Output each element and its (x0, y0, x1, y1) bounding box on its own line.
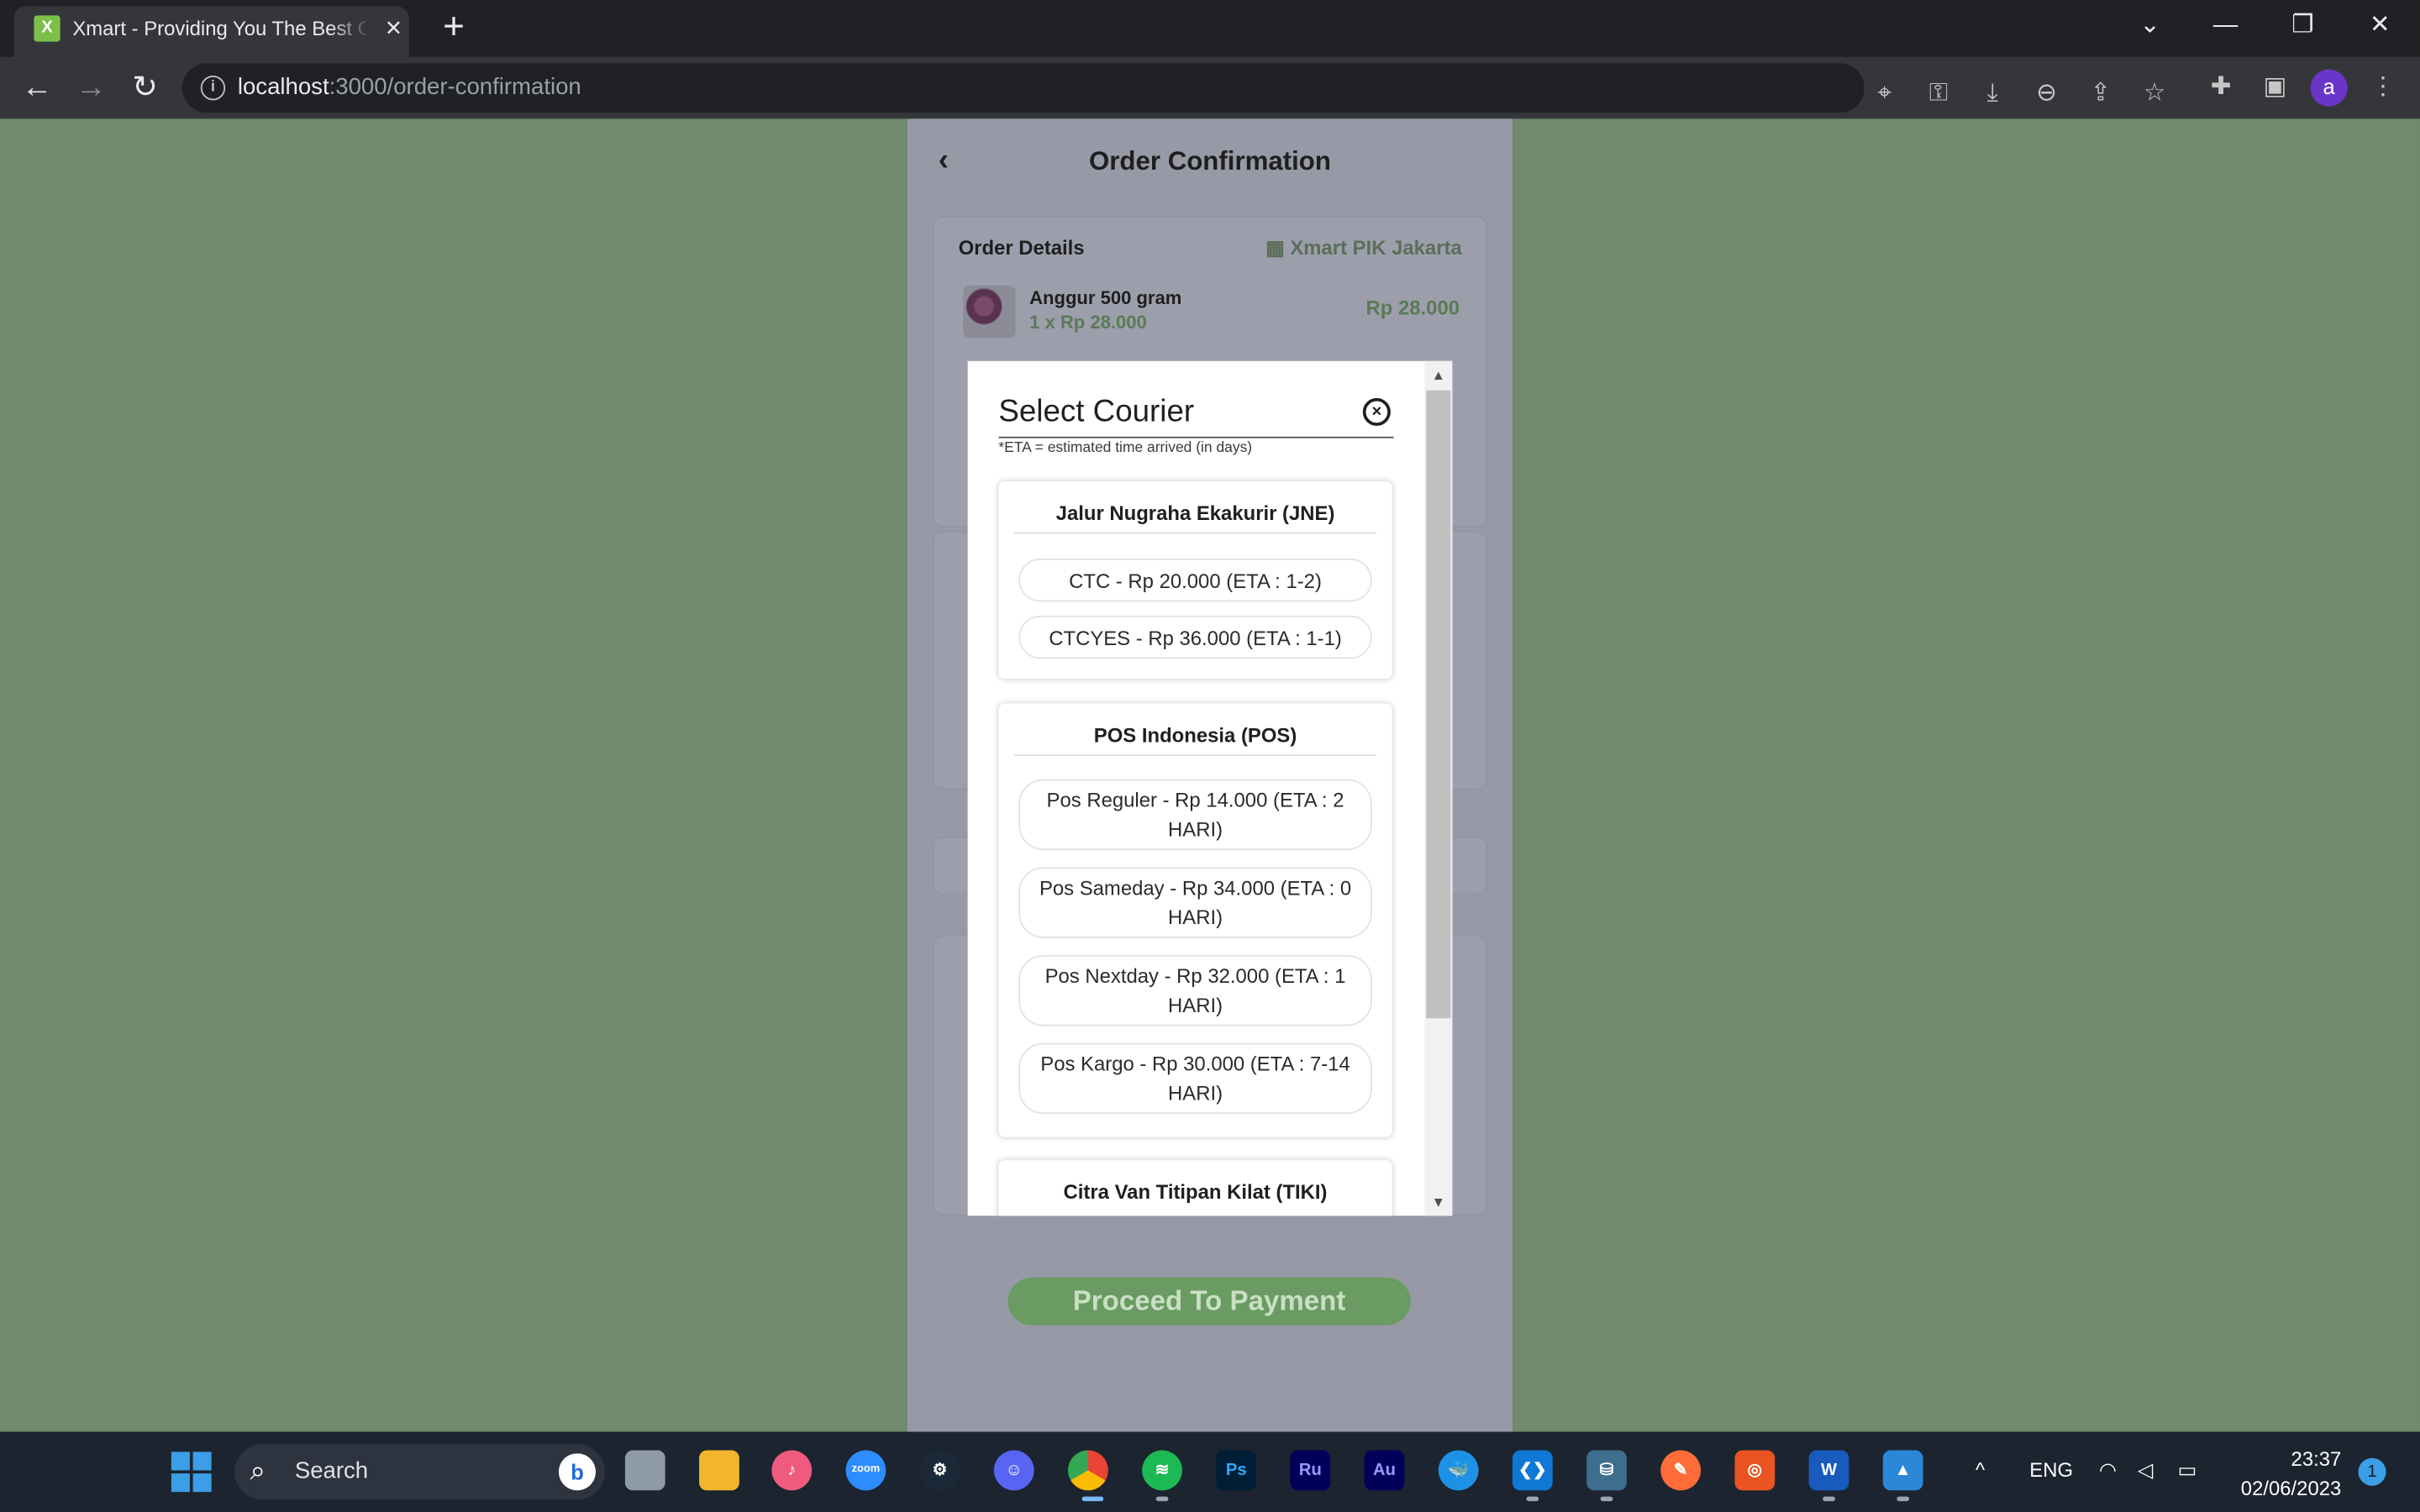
browser-tab-bar: X Xmart - Providing You The Best G × + ⌄… (0, 0, 2420, 57)
discord-icon[interactable]: ☺ (993, 1450, 1034, 1491)
share-icon[interactable]: ⇪ (2084, 77, 2118, 111)
spotify-running-indicator (1155, 1496, 1169, 1502)
courier-group-title: Jalur Nugraha Ekakurir (JNE) (1055, 501, 1335, 525)
notification-badge[interactable]: 1 (2358, 1457, 2386, 1486)
eta-note: *ETA = estimated time arrived (in days) (998, 439, 1253, 457)
scroll-up-arrow-icon[interactable]: ▲ (1424, 363, 1452, 387)
select-courier-modal: Select Courier × *ETA = estimated time a… (967, 360, 1453, 1216)
page-title: Order Confirmation (1088, 146, 1331, 176)
courier-option[interactable]: Pos Sameday - Rp 34.000 (ETA : 0 HARI) (1018, 867, 1372, 938)
steam-icon[interactable]: ⚙ (919, 1450, 960, 1491)
zoom-icon[interactable]: ⊖ (2029, 77, 2063, 111)
grape-product-image (963, 285, 1016, 339)
proceed-to-payment-button[interactable]: Proceed To Payment (1007, 1277, 1411, 1326)
vscode-icon[interactable]: ❮❯ (1512, 1450, 1553, 1491)
task-view-icon[interactable] (624, 1450, 666, 1491)
zoom-app-icon[interactable]: zoom (845, 1450, 886, 1491)
courier-option[interactable]: Pos Kargo - Rp 30.000 (ETA : 7-14 HARI) (1018, 1042, 1372, 1115)
modal-title: Select Courier (998, 395, 1195, 429)
close-window-button[interactable]: ✕ (2349, 3, 2411, 50)
profile-avatar[interactable]: a (2310, 69, 2348, 107)
group-divider (1013, 754, 1377, 756)
xmart-favicon-icon: X (34, 15, 60, 42)
install-app-icon[interactable]: ⤓ (1975, 77, 2009, 111)
mysql-workbench-icon[interactable]: ⛁ (1586, 1450, 1627, 1491)
battery-icon[interactable]: ▭ (2178, 1458, 2197, 1483)
chrome-icon[interactable] (1068, 1450, 1108, 1491)
store-name-text: Xmart PIK Jakarta (1290, 236, 1462, 260)
tab-title-fade (329, 6, 372, 53)
scroll-down-arrow-icon[interactable]: ▼ (1424, 1189, 1452, 1214)
forward-arrow-icon[interactable]: → (70, 66, 113, 109)
bookmark-star-icon[interactable]: ☆ (2138, 77, 2171, 111)
word-icon[interactable]: W (1808, 1450, 1849, 1491)
courier-group-tiki: Citra Van Titipan Kilat (TIKI) (998, 1160, 1392, 1216)
wifi-icon[interactable]: ◠ (2099, 1458, 2117, 1483)
taskbar-search[interactable]: ⌕ Search b (234, 1444, 605, 1500)
browser-toolbar: ← → ↻ i localhost:3000/order-confirmatio… (0, 56, 2420, 119)
clock-time: 23:37 (2291, 1446, 2342, 1471)
modal-scrollbar-thumb[interactable] (1426, 390, 1451, 1019)
modal-divider (998, 436, 1394, 438)
item-name: Anggur 500 gram (1029, 286, 1182, 309)
more-menu-icon[interactable]: ⋮ (2366, 71, 2400, 104)
close-circle-icon[interactable]: × (1362, 397, 1391, 426)
item-qty-price: 1 x Rp 28.000 (1029, 312, 1147, 333)
bing-icon[interactable]: b (558, 1453, 596, 1491)
tray-chevron-icon[interactable]: ^ (1975, 1458, 1985, 1482)
photos-icon[interactable]: ▲ (1882, 1450, 1923, 1491)
postman-icon[interactable]: ✎ (1660, 1450, 1702, 1491)
tab-title: Xmart - Providing You The Best G (72, 17, 366, 40)
taskbar-clock[interactable]: 23:37 02/06/2023 (2230, 1444, 2342, 1503)
order-details-label: Order Details (958, 236, 1085, 260)
audition-icon[interactable]: Au (1364, 1450, 1405, 1491)
photoshop-icon[interactable]: Ps (1216, 1450, 1257, 1491)
courier-option[interactable]: Pos Nextday - Rp 32.000 (ETA : 1 HARI) (1018, 954, 1372, 1026)
courier-group-jne: Jalur Nugraha Ekakurir (JNE) CTC - Rp 20… (998, 481, 1392, 680)
store-name: ▦ Xmart PIK Jakarta (1265, 236, 1462, 260)
courier-group-title: Citra Van Titipan Kilat (TIKI) (1063, 1180, 1328, 1204)
url-path: :3000/order-confirmation (329, 74, 581, 101)
courier-group-title: POS Indonesia (POS) (1093, 723, 1297, 747)
courier-option[interactable]: Pos Reguler - Rp 14.000 (ETA : 2 HARI) (1018, 779, 1372, 851)
courier-group-pos: POS Indonesia (POS) Pos Reguler - Rp 14.… (998, 703, 1392, 1137)
side-panel-icon[interactable]: ▣ (2258, 71, 2291, 104)
mysql-running-indicator (1600, 1496, 1613, 1502)
windows-start-icon[interactable] (171, 1452, 212, 1493)
tab-close-icon[interactable]: × (378, 11, 409, 45)
address-bar[interactable]: i localhost:3000/order-confirmation ⌖ ⚿ … (182, 63, 2165, 113)
clock-date: 02/06/2023 (2240, 1476, 2342, 1500)
vscode-running-indicator (1526, 1496, 1539, 1502)
key-icon[interactable]: ⚿ (1922, 77, 1955, 111)
input-language[interactable]: ENG (2029, 1458, 2073, 1482)
extensions-puzzle-icon[interactable]: ✚ (2204, 71, 2238, 104)
url-text[interactable]: localhost:3000/order-confirmation (238, 74, 581, 100)
search-icon: ⌕ (250, 1455, 266, 1486)
location-pin-icon[interactable]: ⌖ (1867, 77, 1901, 111)
reload-icon[interactable]: ↻ (124, 66, 166, 109)
courier-option[interactable]: CTCYES - Rp 36.000 (ETA : 1-1) (1018, 615, 1372, 659)
minimize-button[interactable]: — (2195, 3, 2256, 50)
chrome-active-indicator (1081, 1496, 1104, 1502)
new-tab-button[interactable]: + (435, 6, 472, 49)
browser-tab[interactable]: X Xmart - Providing You The Best G × (13, 6, 409, 57)
itunes-icon[interactable]: ♪ (771, 1450, 813, 1491)
photos-running-indicator (1897, 1496, 1910, 1502)
item-price: Rp 28.000 (1365, 296, 1460, 320)
spotify-icon[interactable]: ≋ (1142, 1450, 1182, 1491)
back-arrow-icon[interactable]: ← (15, 66, 58, 109)
docker-icon[interactable]: 🐳 (1438, 1450, 1479, 1491)
group-divider (1013, 532, 1377, 534)
word-running-indicator (1823, 1496, 1835, 1502)
restore-button[interactable]: ❐ (2272, 3, 2333, 50)
volume-icon[interactable]: ◁ (2138, 1458, 2153, 1483)
url-host: localhost (237, 74, 329, 101)
ubuntu-icon[interactable]: ◎ (1734, 1450, 1776, 1491)
courier-option[interactable]: CTC - Rp 20.000 (ETA : 1-2) (1018, 558, 1372, 602)
taskbar-search-placeholder: Search (294, 1457, 369, 1484)
tab-search-chevron-icon[interactable]: ⌄ (2119, 3, 2181, 50)
premiere-rush-icon[interactable]: Ru (1290, 1450, 1331, 1491)
file-explorer-icon[interactable] (699, 1450, 739, 1491)
site-info-icon[interactable]: i (200, 75, 226, 101)
